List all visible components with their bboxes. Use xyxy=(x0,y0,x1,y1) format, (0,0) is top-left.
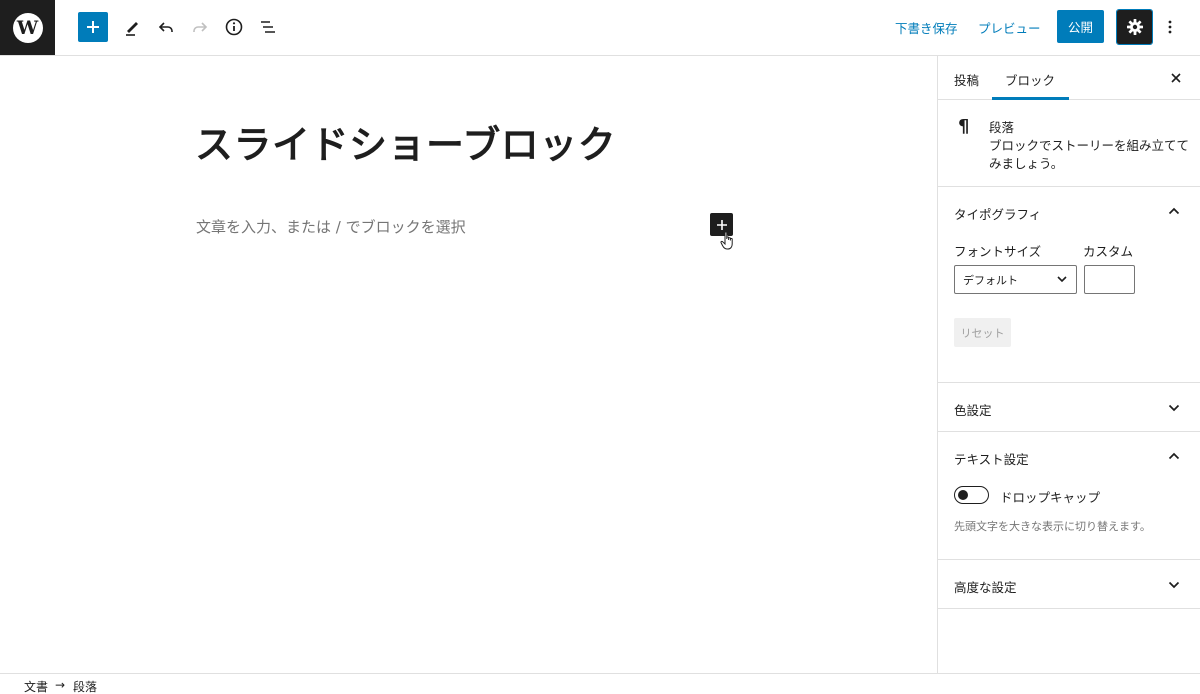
settings-sidebar: 投稿 ブロック ¶ 段落 ブロックでストーリーを組み立ててみましょう。 タイポグ… xyxy=(937,56,1200,673)
list-view-icon xyxy=(261,21,275,33)
sidebar-tabs: 投稿 ブロック xyxy=(938,56,1200,100)
breadcrumb-paragraph[interactable]: 段落 xyxy=(73,678,97,694)
breadcrumb: 文書 → 段落 xyxy=(0,673,1200,694)
advanced-panel-toggle[interactable]: 高度な設定 xyxy=(954,577,1017,596)
text-settings-panel-toggle[interactable]: テキスト設定 xyxy=(954,449,1029,468)
dropcap-help-text: 先頭文字を大きな表示に切り替えます。 xyxy=(954,520,1151,533)
text-settings-panel: テキスト設定 ドロップキャップ 先頭文字を大きな表示に切り替えます。 xyxy=(938,432,1200,560)
custom-font-size-input[interactable] xyxy=(1084,265,1135,294)
plus-icon xyxy=(87,21,99,33)
typography-panel: タイポグラフィ フォントサイズ カスタム デフォルト リセット xyxy=(938,187,1200,383)
block-name: 段落 xyxy=(989,120,1015,135)
editor-canvas: スライドショーブロック 文章を入力、または / でブロックを選択 xyxy=(0,56,937,673)
paragraph-placeholder[interactable]: 文章を入力、または / でブロックを選択 xyxy=(196,216,466,237)
tab-post[interactable]: 投稿 xyxy=(954,70,979,89)
tab-block[interactable]: ブロック xyxy=(1005,70,1055,89)
hand-cursor-icon xyxy=(720,231,733,250)
color-panel: 色設定 xyxy=(938,383,1200,432)
wordpress-logo-icon[interactable]: W xyxy=(0,0,55,55)
editor-header: W 下書き保存 プレビュー 公開 xyxy=(0,0,1200,56)
more-vertical-icon xyxy=(1168,20,1172,34)
info-icon xyxy=(225,18,243,36)
preview-button[interactable]: プレビュー xyxy=(978,18,1041,37)
color-panel-toggle[interactable]: 色設定 xyxy=(954,400,992,419)
reset-button[interactable]: リセット xyxy=(954,318,1011,347)
typography-panel-toggle[interactable]: タイポグラフィ xyxy=(954,204,1041,223)
pencil-icon xyxy=(126,22,138,36)
settings-button[interactable] xyxy=(1116,9,1153,45)
add-block-button[interactable] xyxy=(78,12,108,42)
tools-button[interactable] xyxy=(117,12,147,42)
undo-button[interactable] xyxy=(151,12,181,42)
close-sidebar-button[interactable] xyxy=(1166,68,1186,88)
breadcrumb-document[interactable]: 文書 xyxy=(24,678,48,694)
chevron-down-icon[interactable] xyxy=(1166,400,1182,416)
font-size-select-value: デフォルト xyxy=(963,273,1018,287)
close-icon xyxy=(1171,73,1181,83)
save-draft-button[interactable]: 下書き保存 xyxy=(895,18,958,37)
chevron-down-icon xyxy=(1057,276,1067,283)
redo-icon xyxy=(193,22,208,32)
paragraph-icon: ¶ xyxy=(958,116,970,137)
toggle-knob xyxy=(958,489,968,500)
font-size-label: フォントサイズ xyxy=(954,244,1042,259)
chevron-up-icon[interactable] xyxy=(1166,448,1182,464)
block-description: ブロックでストーリーを組み立ててみましょう。 xyxy=(989,138,1190,171)
custom-size-label: カスタム xyxy=(1083,244,1134,259)
breadcrumb-separator: → xyxy=(55,678,66,692)
plus-icon xyxy=(716,219,727,230)
block-card: ¶ 段落 ブロックでストーリーを組み立ててみましょう。 xyxy=(938,100,1200,187)
list-view-button[interactable] xyxy=(253,12,283,42)
redo-button[interactable] xyxy=(185,12,215,42)
more-options-button[interactable] xyxy=(1160,12,1180,42)
gear-icon xyxy=(1126,19,1143,35)
chevron-down-icon[interactable] xyxy=(1166,577,1182,593)
dropcap-label: ドロップキャップ xyxy=(1000,490,1101,505)
advanced-panel: 高度な設定 xyxy=(938,560,1200,609)
chevron-up-icon[interactable] xyxy=(1166,203,1182,219)
font-size-select[interactable]: デフォルト xyxy=(954,265,1077,294)
details-button[interactable] xyxy=(219,12,249,42)
publish-button[interactable]: 公開 xyxy=(1057,10,1104,43)
dropcap-toggle[interactable] xyxy=(954,486,989,504)
post-title[interactable]: スライドショーブロック xyxy=(195,114,616,169)
undo-icon xyxy=(158,22,173,32)
